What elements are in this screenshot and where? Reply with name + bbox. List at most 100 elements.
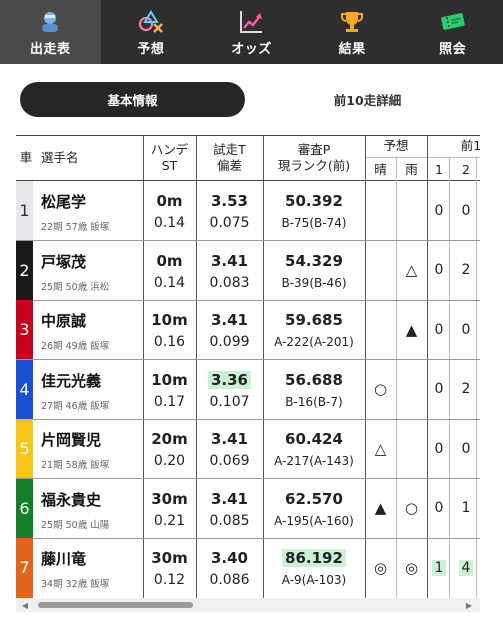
nav-inquiry[interactable]: 照会 xyxy=(402,0,503,64)
player-name[interactable]: 中原誠 xyxy=(41,310,86,331)
rain-prediction: ▲ xyxy=(405,320,418,339)
trial-deviation: 0.085 xyxy=(209,512,250,529)
scroll-left-arrow-icon[interactable]: ◀ xyxy=(20,600,30,610)
nav-results[interactable]: 結果 xyxy=(302,0,403,64)
current-rank: A-217(A-143) xyxy=(274,454,354,468)
nav-label: 出走表 xyxy=(30,42,71,57)
prev-result-1-value: 0 xyxy=(434,381,444,398)
trial-time-value: 3.36 xyxy=(207,370,251,389)
start-timing: 0.14 xyxy=(153,274,186,291)
table-row[interactable]: 6 福永貴史 25期 50歳 山陽 30m 0.21 3.41 0.085 62… xyxy=(16,478,480,539)
trial-time-value: 3.53 xyxy=(210,192,248,210)
car-number-badge: 5 xyxy=(16,419,33,479)
review-points: 62.570 xyxy=(263,490,365,508)
car-number-badge: 7 xyxy=(16,538,33,598)
header-prev-2: 2 xyxy=(462,161,470,177)
table-row[interactable]: 2 戸塚茂 25期 50歳 浜松 0m 0.14 3.41 0.083 54.3… xyxy=(16,240,480,301)
scrollbar-thumb[interactable] xyxy=(38,602,193,608)
player-name[interactable]: 松尾学 xyxy=(41,191,86,212)
header-trial-line2: 偏差 xyxy=(216,158,242,173)
review-points-value: 59.685 xyxy=(285,311,343,329)
ticket-icon xyxy=(438,9,468,35)
prev-result-2-value: 2 xyxy=(461,381,471,398)
tab-basic-info[interactable]: 基本情報 xyxy=(20,82,245,117)
trial-time-value: 3.41 xyxy=(210,489,248,508)
trial-deviation: 0.075 xyxy=(209,215,250,231)
horizontal-scrollbar[interactable]: ◀ ▶ xyxy=(16,598,480,612)
prev-result-2: 0 xyxy=(456,181,476,241)
rain-prediction: ◎ xyxy=(404,558,419,577)
player-name[interactable]: 片岡賢児 xyxy=(41,429,101,450)
header-rank: 審査P 現ランク(前) xyxy=(263,135,365,181)
handicap-value: 10m xyxy=(151,370,188,389)
nav-racecard[interactable]: 出走表 xyxy=(0,0,101,64)
player-info: 27期 46歳 飯塚 xyxy=(41,400,110,412)
header-sunny: 晴 xyxy=(374,161,387,177)
rain-prediction xyxy=(396,181,427,241)
nav-label: オッズ xyxy=(231,42,272,57)
car-number-badge: 3 xyxy=(16,300,33,360)
table-row[interactable]: 1 松尾学 22期 57歳 飯塚 0m 0.14 3.53 0.075 50.3… xyxy=(16,181,480,241)
trial-time: 3.41 xyxy=(196,430,263,448)
sunny-prediction xyxy=(365,181,396,241)
trial-time: 3.41 xyxy=(196,252,263,270)
nav-label: 結果 xyxy=(338,42,366,57)
car-number-badge: 1 xyxy=(16,181,33,241)
rain-prediction: △ xyxy=(405,261,418,280)
handicap-value: 30m xyxy=(151,489,188,508)
handicap-value: 0m xyxy=(156,192,183,210)
nav-label: 予想 xyxy=(137,42,165,57)
trial-deviation: 0.099 xyxy=(209,334,250,350)
prev-result-2-value: 0 xyxy=(461,321,471,338)
sunny-prediction: △ xyxy=(374,439,387,458)
trial-time-value: 3.41 xyxy=(210,311,248,329)
sunny-prediction xyxy=(365,300,396,360)
handicap-value: 30m xyxy=(151,549,188,567)
start-timing: 0.12 xyxy=(153,572,186,588)
trial-time: 3.41 xyxy=(196,490,263,508)
tab-last-10-details[interactable]: 前10走詳細 xyxy=(255,82,480,117)
review-points: 56.688 xyxy=(263,371,365,389)
prev-result-1: 0 xyxy=(429,419,449,479)
nav-odds[interactable]: オッズ xyxy=(201,0,302,64)
review-points: 59.685 xyxy=(263,311,365,329)
prev-result-1: 1 xyxy=(429,538,449,598)
sunny-prediction: ▲ xyxy=(374,499,387,518)
current-rank: A-195(A-160) xyxy=(274,513,354,528)
prev-result-2: 2 xyxy=(456,241,476,301)
header-handicap-line2: ST xyxy=(161,158,178,173)
prev-result-2-value: 4 xyxy=(458,559,474,576)
trial-time: 3.36 xyxy=(196,370,263,389)
player-info: 25期 50歳 浜松 xyxy=(41,281,110,293)
top-nav: 出走表 予想 オッズ 結果 照会 xyxy=(0,0,503,64)
player-info: 21期 58歳 飯塚 xyxy=(41,460,110,471)
player-name[interactable]: 藤川竜 xyxy=(41,548,86,569)
review-points-value: 86.192 xyxy=(282,549,346,567)
prev-result-2: 1 xyxy=(456,479,476,539)
trial-time-value: 3.40 xyxy=(210,549,248,567)
nav-prediction[interactable]: 予想 xyxy=(101,0,202,64)
prev-result-2: 0 xyxy=(456,300,476,360)
trial-deviation: 0.086 xyxy=(209,572,250,588)
player-name[interactable]: 戸塚茂 xyxy=(41,251,86,272)
review-points: 54.329 xyxy=(263,252,365,270)
header-trial-line1: 試走T xyxy=(213,142,246,157)
review-points: 60.424 xyxy=(263,430,365,448)
prev-result-2-value: 0 xyxy=(461,202,471,219)
player-name[interactable]: 佳元光義 xyxy=(41,370,101,391)
table-row[interactable]: 3 中原誠 26期 49歳 飯塚 10m 0.16 3.41 0.099 59.… xyxy=(16,300,480,360)
start-timing: 0.21 xyxy=(153,512,186,529)
player-name[interactable]: 福永貴史 xyxy=(41,489,101,510)
table-row[interactable]: 5 片岡賢児 21期 58歳 飯塚 20m 0.20 3.41 0.069 60… xyxy=(16,419,480,479)
trial-deviation: 0.069 xyxy=(209,453,250,469)
prev-result-1-value: 0 xyxy=(434,202,444,219)
prediction-icon xyxy=(136,9,166,35)
prev-result-1: 0 xyxy=(429,181,449,241)
table-row[interactable]: 7 藤川竜 34期 32歳 飯塚 30m 0.12 3.40 0.086 86.… xyxy=(16,538,480,598)
rain-prediction xyxy=(396,360,427,420)
prev-result-1-value: 0 xyxy=(434,262,444,279)
trial-time: 3.53 xyxy=(196,192,263,210)
scroll-right-arrow-icon[interactable]: ▶ xyxy=(464,600,474,610)
table-row[interactable]: 4 佳元光義 27期 46歳 飯塚 10m 0.17 3.36 0.107 56… xyxy=(16,359,480,420)
header-rank-line1: 審査P xyxy=(297,142,331,157)
